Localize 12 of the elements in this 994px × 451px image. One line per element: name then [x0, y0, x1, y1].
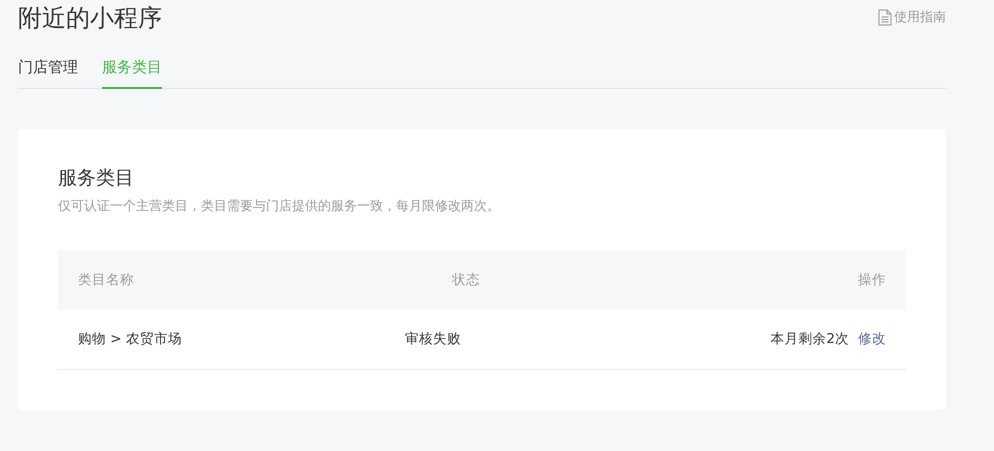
- status-text: 审核失败: [405, 331, 461, 348]
- category-name: 购物 > 农贸市场: [78, 331, 182, 348]
- tab[interactable]: 门店管理: [18, 56, 78, 88]
- section-description: 仅可认证一个主营类目，类目需要与门店提供的服务一致，每月限修改两次。: [58, 198, 501, 216]
- column-header: 操作: [858, 272, 886, 288]
- section-title: 服务类目: [58, 166, 135, 190]
- edit-link[interactable]: 修改: [858, 331, 886, 348]
- column-header: 状态: [452, 272, 480, 288]
- page-title: 附近的小程序: [18, 3, 162, 34]
- column-header: 类目名称: [78, 272, 134, 288]
- remaining-count: 本月剩余2次: [770, 331, 849, 348]
- document-icon: [878, 9, 892, 26]
